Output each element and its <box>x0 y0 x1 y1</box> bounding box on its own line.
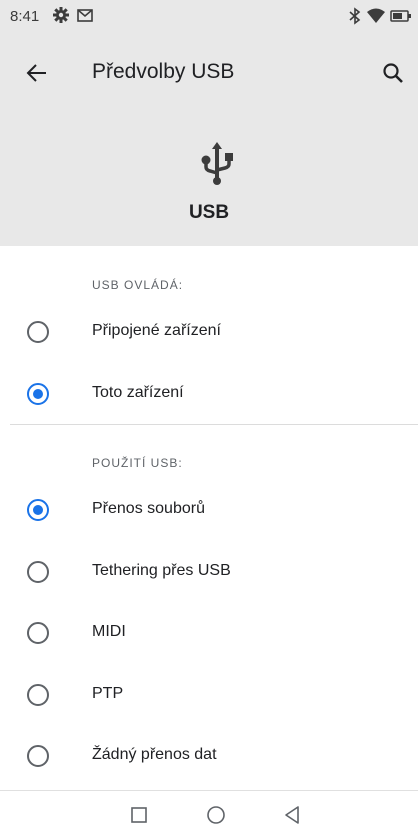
recents-square-icon[interactable] <box>125 801 153 829</box>
usb-title: USB <box>188 202 230 223</box>
status-time: 8:41 <box>10 8 40 25</box>
home-circle-icon[interactable] <box>202 801 230 829</box>
status-bar: 8:41 <box>0 0 418 32</box>
navigation-bar <box>0 790 418 839</box>
section-header-usb-controls: USB OVLÁDÁ: <box>92 278 184 292</box>
radio-button[interactable] <box>27 561 49 583</box>
radio-button[interactable] <box>27 745 49 767</box>
option-label: PTP <box>92 685 124 702</box>
wifi-icon <box>366 7 386 29</box>
option-label: Tethering přes USB <box>92 562 231 579</box>
gmail-icon <box>76 6 94 28</box>
bluetooth-icon <box>348 7 362 29</box>
option-no-data-transfer[interactable]: Žádný přenos dat <box>0 726 418 786</box>
option-label: MIDI <box>92 623 126 640</box>
option-label: Připojené zařízení <box>92 322 221 339</box>
option-midi[interactable]: MIDI <box>0 603 418 663</box>
option-ptp[interactable]: PTP <box>0 665 418 725</box>
option-connected-device[interactable]: Připojené zařízení <box>0 302 418 362</box>
back-triangle-icon[interactable] <box>278 801 306 829</box>
settings-icon <box>52 6 70 28</box>
page-title: Předvolby USB <box>92 60 235 83</box>
radio-button-checked[interactable] <box>27 383 49 405</box>
usb-icon <box>196 140 238 186</box>
radio-button[interactable] <box>27 321 49 343</box>
option-usb-tethering[interactable]: Tethering přes USB <box>0 542 418 602</box>
option-file-transfer[interactable]: Přenos souborů <box>0 480 418 540</box>
option-this-device[interactable]: Toto zařízení <box>0 364 418 424</box>
option-label: Žádný přenos dat <box>92 746 217 763</box>
toolbar: Předvolby USB <box>0 32 418 112</box>
search-icon[interactable] <box>378 58 408 88</box>
radio-button[interactable] <box>27 684 49 706</box>
section-divider <box>10 424 418 425</box>
arrow-back-icon[interactable] <box>22 58 52 88</box>
battery-icon <box>390 7 412 29</box>
radio-button[interactable] <box>27 622 49 644</box>
option-label: Toto zařízení <box>92 384 184 401</box>
option-label: Přenos souborů <box>92 500 205 517</box>
section-header-usb-usage: POUŽITÍ USB: <box>92 456 183 470</box>
radio-button-checked[interactable] <box>27 499 49 521</box>
